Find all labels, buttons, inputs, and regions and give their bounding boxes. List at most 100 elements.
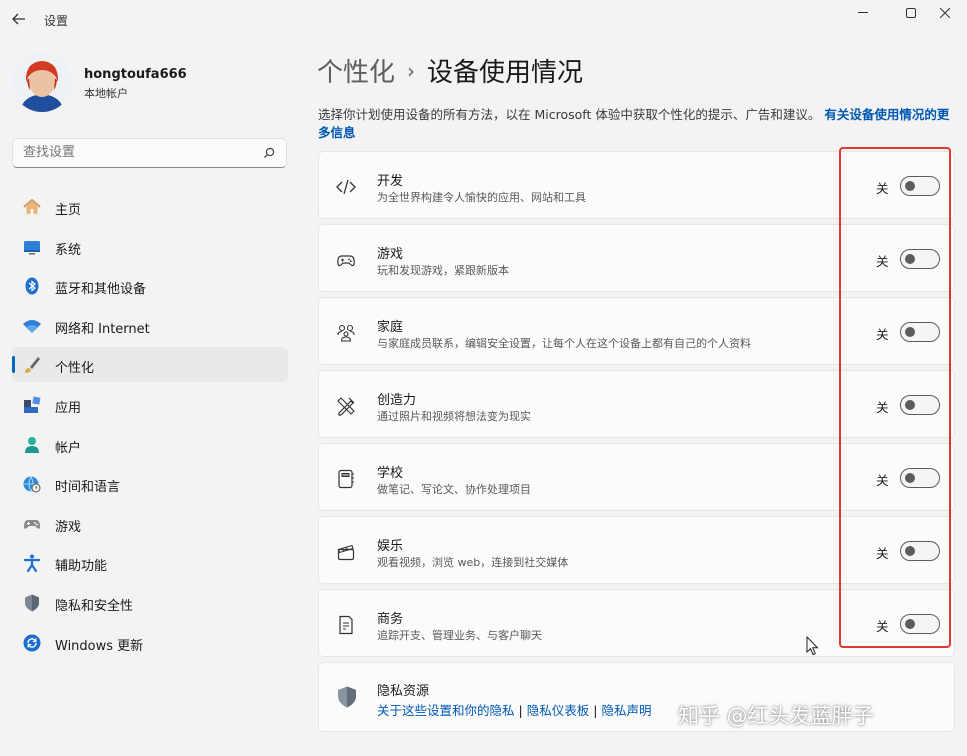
account-type: 本地帐户 [84, 87, 128, 100]
link-separator: | [518, 703, 523, 718]
toggle-state-label: 关 [876, 181, 889, 196]
sidebar-item-home[interactable]: 主页 [12, 189, 288, 224]
brush-icon [22, 355, 42, 375]
privacy-title: 隐私资源 [377, 684, 430, 699]
search-input[interactable] [23, 145, 253, 160]
avatar[interactable] [12, 52, 72, 112]
sidebar-item-privacy[interactable]: 隐私和安全性 [12, 585, 288, 620]
search-box[interactable] [12, 138, 287, 168]
sidebar-item-label: 隐私和安全性 [55, 598, 134, 614]
description-text: 选择你计划使用设备的所有方法，以在 Microsoft 体验中获取个性化的提示、… [318, 107, 821, 122]
entertainment-toggle[interactable] [900, 541, 940, 561]
card-subtitle: 玩和发现游戏，紧跟新版本 [377, 264, 509, 277]
privacy-statement-link[interactable]: 隐私声明 [601, 703, 651, 718]
account-icon [22, 435, 42, 455]
toggle-state-label: 关 [876, 400, 889, 415]
sidebar-item-label: Windows 更新 [55, 638, 144, 654]
card-family: 家庭 与家庭成员联系，编辑安全设置，让每个人在这个设备上都有自己的个人资料 关 [318, 297, 955, 365]
sidebar-item-accessibility[interactable]: 辅助功能 [12, 545, 288, 580]
link-separator: | [593, 703, 598, 718]
sidebar-item-gaming[interactable]: 游戏 [12, 506, 288, 541]
sidebar-item-bluetooth[interactable]: 蓝牙和其他设备 [12, 268, 288, 303]
card-title: 开发 [377, 174, 404, 189]
card-title: 娱乐 [377, 539, 404, 554]
sidebar-item-windows-update[interactable]: Windows 更新 [12, 625, 288, 660]
sidebar-item-apps[interactable]: 应用 [12, 387, 288, 422]
gaming-toggle[interactable] [900, 249, 940, 269]
pen-ruler-icon [337, 397, 355, 416]
card-subtitle: 与家庭成员联系，编辑安全设置，让每个人在这个设备上都有自己的个人资料 [377, 337, 751, 350]
gamepad-icon [337, 255, 355, 267]
back-arrow-icon [12, 13, 25, 25]
sidebar-item-label: 应用 [55, 400, 82, 416]
sidebar-item-personalization[interactable]: 个性化 [12, 347, 288, 383]
sidebar-item-system[interactable]: 系统 [12, 229, 288, 264]
sidebar-item-label: 网络和 Internet [55, 321, 150, 337]
gamepad-icon [22, 514, 42, 534]
document-icon [339, 615, 353, 635]
active-indicator [12, 356, 15, 374]
toggle-knob [905, 619, 915, 629]
minimize-button[interactable] [840, 0, 886, 26]
monitor-icon [22, 237, 42, 257]
toggle-state-label: 关 [876, 619, 889, 634]
privacy-dashboard-link[interactable]: 隐私仪表板 [527, 703, 590, 718]
card-entertainment: 娱乐 观看视频，浏览 web，连接到社交媒体 关 [318, 516, 955, 584]
app-title: 设置 [44, 14, 69, 28]
development-toggle[interactable] [900, 176, 940, 196]
toggle-state-label: 关 [876, 327, 889, 342]
sidebar-item-label: 蓝牙和其他设备 [55, 282, 147, 298]
breadcrumb-separator: › [407, 59, 416, 83]
title-bar: 设置 [0, 0, 967, 40]
business-toggle[interactable] [900, 614, 940, 634]
toggle-knob [905, 254, 915, 264]
globe-clock-icon [22, 474, 42, 494]
card-subtitle: 通过照片和视频将想法变为现实 [377, 410, 531, 423]
card-subtitle: 做笔记、写论文、协作处理项目 [377, 483, 531, 496]
bluetooth-icon [22, 276, 42, 296]
sidebar-item-label: 帐户 [55, 440, 82, 456]
toggle-state-label: 关 [876, 473, 889, 488]
code-icon [336, 179, 356, 195]
sidebar-item-label: 个性化 [55, 361, 95, 377]
toggle-state-label: 关 [876, 546, 889, 561]
privacy-settings-link[interactable]: 关于这些设置和你的隐私 [377, 703, 515, 718]
toggle-knob [905, 400, 915, 410]
watermark: 知乎 @红头发蓝胖子 [678, 704, 874, 728]
card-subtitle: 为全世界构建令人愉快的应用、网站和工具 [377, 191, 586, 204]
update-icon [22, 633, 42, 653]
card-title: 家庭 [377, 320, 404, 335]
toggle-knob [905, 327, 915, 337]
back-button[interactable] [8, 8, 30, 30]
accessibility-icon [22, 553, 42, 573]
sidebar-item-label: 系统 [55, 242, 82, 258]
card-title: 学校 [377, 466, 404, 481]
creativity-toggle[interactable] [900, 395, 940, 415]
user-name: hongtoufa666 [84, 67, 187, 82]
card-development: 开发 为全世界构建令人愉快的应用、网站和工具 关 [318, 151, 955, 219]
breadcrumb-parent[interactable]: 个性化 [317, 58, 395, 88]
privacy-links: 关于这些设置和你的隐私 | 隐私仪表板 | 隐私声明 [377, 700, 651, 719]
school-toggle[interactable] [900, 468, 940, 488]
home-icon [22, 197, 42, 217]
family-toggle[interactable] [900, 322, 940, 342]
card-title: 创造力 [377, 393, 417, 408]
shield-icon [338, 686, 356, 708]
sidebar-item-label: 游戏 [55, 519, 82, 535]
card-subtitle: 观看视频，浏览 web，连接到社交媒体 [377, 556, 569, 569]
shield-icon [22, 593, 42, 613]
apps-icon [22, 395, 42, 415]
sidebar-item-label: 时间和语言 [55, 480, 121, 496]
toggle-state-label: 关 [876, 254, 889, 269]
sidebar-item-label: 主页 [55, 203, 82, 218]
sidebar-item-accounts[interactable]: 帐户 [12, 427, 288, 462]
sidebar-item-network[interactable]: 网络和 Internet [12, 308, 288, 343]
close-button[interactable] [922, 0, 967, 26]
sidebar-item-time-language[interactable]: 时间和语言 [12, 466, 288, 501]
page-description: 选择你计划使用设备的所有方法，以在 Microsoft 体验中获取个性化的提示、… [318, 106, 958, 142]
wifi-icon [22, 316, 42, 336]
search-icon[interactable] [262, 146, 276, 160]
close-icon [940, 8, 950, 18]
family-icon [337, 324, 355, 342]
maximize-icon [906, 8, 916, 18]
